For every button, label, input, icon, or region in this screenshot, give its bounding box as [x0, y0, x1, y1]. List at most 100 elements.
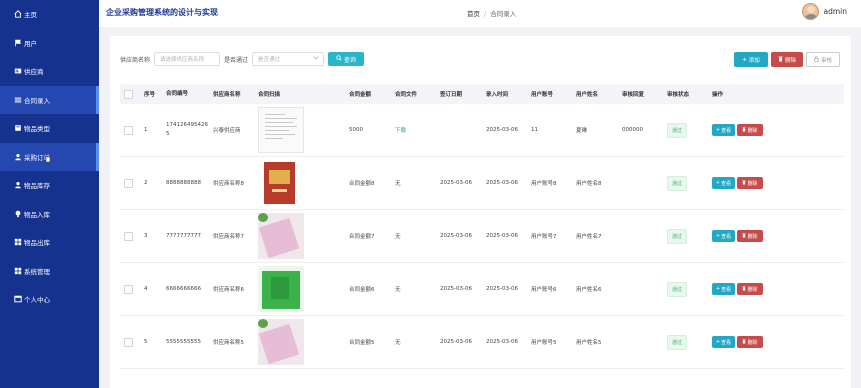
sidebar-item-contract[interactable]: 合同录入	[0, 85, 99, 114]
list-icon	[13, 95, 22, 104]
sign-date: 2025-03-06	[440, 180, 472, 186]
table-row: 5 5555555555 供应商名称5 合同金额5 无 2025-03-06 2…	[120, 316, 844, 369]
bulb-icon	[13, 209, 22, 218]
sidebar-item-label: 合同录入	[24, 96, 50, 105]
view-button[interactable]: + 查看	[712, 283, 735, 295]
row-select-cell	[120, 178, 142, 188]
add-button[interactable]: + 添加	[734, 52, 768, 67]
row-delete-button-label: 删除	[747, 233, 758, 240]
breadcrumb: 首页 / 合同录入	[467, 8, 516, 18]
contract-amount: 合同金额6	[349, 287, 375, 293]
query-button[interactable]: 查询	[328, 52, 365, 66]
window-icon	[13, 295, 22, 304]
user-account: 用户账号8	[531, 181, 557, 187]
column-header: 供应商名称	[213, 92, 241, 98]
contract-code: 8888888888	[166, 179, 201, 186]
grid-icon	[13, 266, 22, 275]
entry-time: 2025-03-06	[486, 233, 518, 239]
row-delete-button[interactable]: 删除	[737, 283, 763, 295]
sidebar-item-system[interactable]: 系统管理	[0, 257, 99, 286]
status-cell: 通过	[665, 175, 710, 191]
view-button-label: 查看	[721, 286, 732, 293]
contract-amount: 合同金额7	[349, 234, 375, 240]
row-delete-button[interactable]: 删除	[737, 177, 763, 189]
add-button-label: 添加	[748, 57, 760, 64]
contract-amount: 5000	[349, 127, 363, 133]
contract-amount: 合同金额5	[349, 340, 375, 346]
row-select-cell	[120, 284, 142, 294]
trash-icon	[742, 180, 747, 187]
user-name: 用户姓名7	[576, 234, 602, 240]
row-checkbox[interactable]	[124, 178, 133, 188]
sidebar-item-users[interactable]: 用户	[0, 29, 99, 58]
column-header: 序号	[144, 92, 156, 98]
breadcrumb-home[interactable]: 首页	[467, 10, 480, 18]
column-header: 用户姓名	[576, 92, 599, 98]
view-button[interactable]: + 查看	[712, 177, 735, 189]
review-button[interactable]: 审核	[806, 52, 840, 67]
lock-icon	[814, 55, 819, 64]
operation-cell: + 查看 删除	[710, 336, 800, 348]
download-link[interactable]: 下载	[395, 128, 406, 134]
sidebar-item-stock-in[interactable]: 物品入库	[0, 200, 99, 229]
user-menu[interactable]: admin	[801, 3, 848, 20]
column-header: 录入时间	[486, 92, 509, 98]
flag-icon	[13, 38, 22, 47]
view-button[interactable]: + 查看	[712, 124, 735, 136]
row-delete-button[interactable]: 删除	[737, 124, 763, 136]
row-checkbox[interactable]	[124, 125, 133, 135]
grid-icon	[13, 238, 22, 247]
trash-icon	[742, 233, 747, 240]
user-name: 用户姓名6	[576, 287, 602, 293]
view-button[interactable]: + 查看	[712, 336, 735, 348]
contract-code: 7777777777	[166, 232, 201, 239]
status-badge: 通过	[667, 281, 688, 297]
sidebar-item-label: 用户	[24, 39, 37, 48]
action-buttons: + 添加 删除 审核	[731, 52, 840, 67]
contract-file: 无	[395, 287, 401, 293]
row-delete-button[interactable]: 删除	[737, 230, 763, 242]
row-delete-button[interactable]: 删除	[737, 336, 763, 348]
sidebar-item-home[interactable]: 主页	[0, 0, 99, 29]
status-cell: 通过	[665, 228, 710, 244]
delete-button[interactable]: 删除	[771, 52, 803, 67]
supplier-input[interactable]: 请选择供应商名称	[154, 52, 221, 66]
contract-scan-image[interactable]	[264, 162, 295, 204]
row-number: 4	[144, 286, 148, 292]
view-button-label: 查看	[721, 339, 732, 346]
contract-scan-image[interactable]	[258, 319, 304, 365]
operation-cell: + 查看 删除	[710, 283, 800, 295]
column-header: 合同编号	[166, 90, 189, 97]
sidebar-item-item-type[interactable]: 物品类型	[0, 114, 99, 143]
row-delete-button-label: 删除	[747, 286, 758, 293]
select-all-checkbox[interactable]	[124, 89, 133, 99]
column-header: 用户账号	[531, 92, 554, 98]
sidebar-item-label: 供应商	[24, 68, 44, 77]
contract-scan-image[interactable]	[258, 213, 304, 259]
sidebar-item-inventory[interactable]: 物品库存	[0, 171, 99, 200]
supplier-label: 供应商名称	[120, 56, 151, 64]
table-row: 2 8888888888 供应商名称8 合同金额8 无 2025-03-06 2…	[120, 157, 844, 210]
contract-scan-image[interactable]	[258, 266, 304, 312]
sidebar-item-supplier[interactable]: 供应商	[0, 57, 99, 86]
column-header: 审核状态	[667, 92, 690, 98]
view-button[interactable]: + 查看	[712, 230, 735, 242]
contract-file-download[interactable]: 下载	[393, 126, 438, 134]
status-badge: 通过	[667, 228, 688, 244]
row-checkbox[interactable]	[124, 231, 133, 241]
supplier-placeholder: 请选择供应商名称	[160, 57, 205, 63]
contract-scan-image[interactable]	[258, 107, 304, 153]
home-icon	[13, 10, 22, 19]
entry-time: 2025-03-06	[486, 286, 518, 292]
avatar[interactable]	[801, 3, 819, 20]
sidebar-item-stock-out[interactable]: 物品出库	[0, 228, 99, 257]
row-checkbox[interactable]	[124, 284, 133, 294]
sidebar-item-profile[interactable]: 个人中心	[0, 285, 99, 314]
approve-select[interactable]: 是否通过	[252, 52, 325, 66]
sidebar-item-label: 物品类型	[24, 125, 50, 134]
username[interactable]: admin	[824, 7, 848, 16]
sidebar-item-label: 系统管理	[24, 267, 50, 276]
user-icon	[13, 152, 22, 161]
row-checkbox[interactable]	[124, 337, 133, 347]
top-bar: 企业采购管理系统的设计与实现 首页 / 合同录入 admin	[99, 0, 861, 27]
